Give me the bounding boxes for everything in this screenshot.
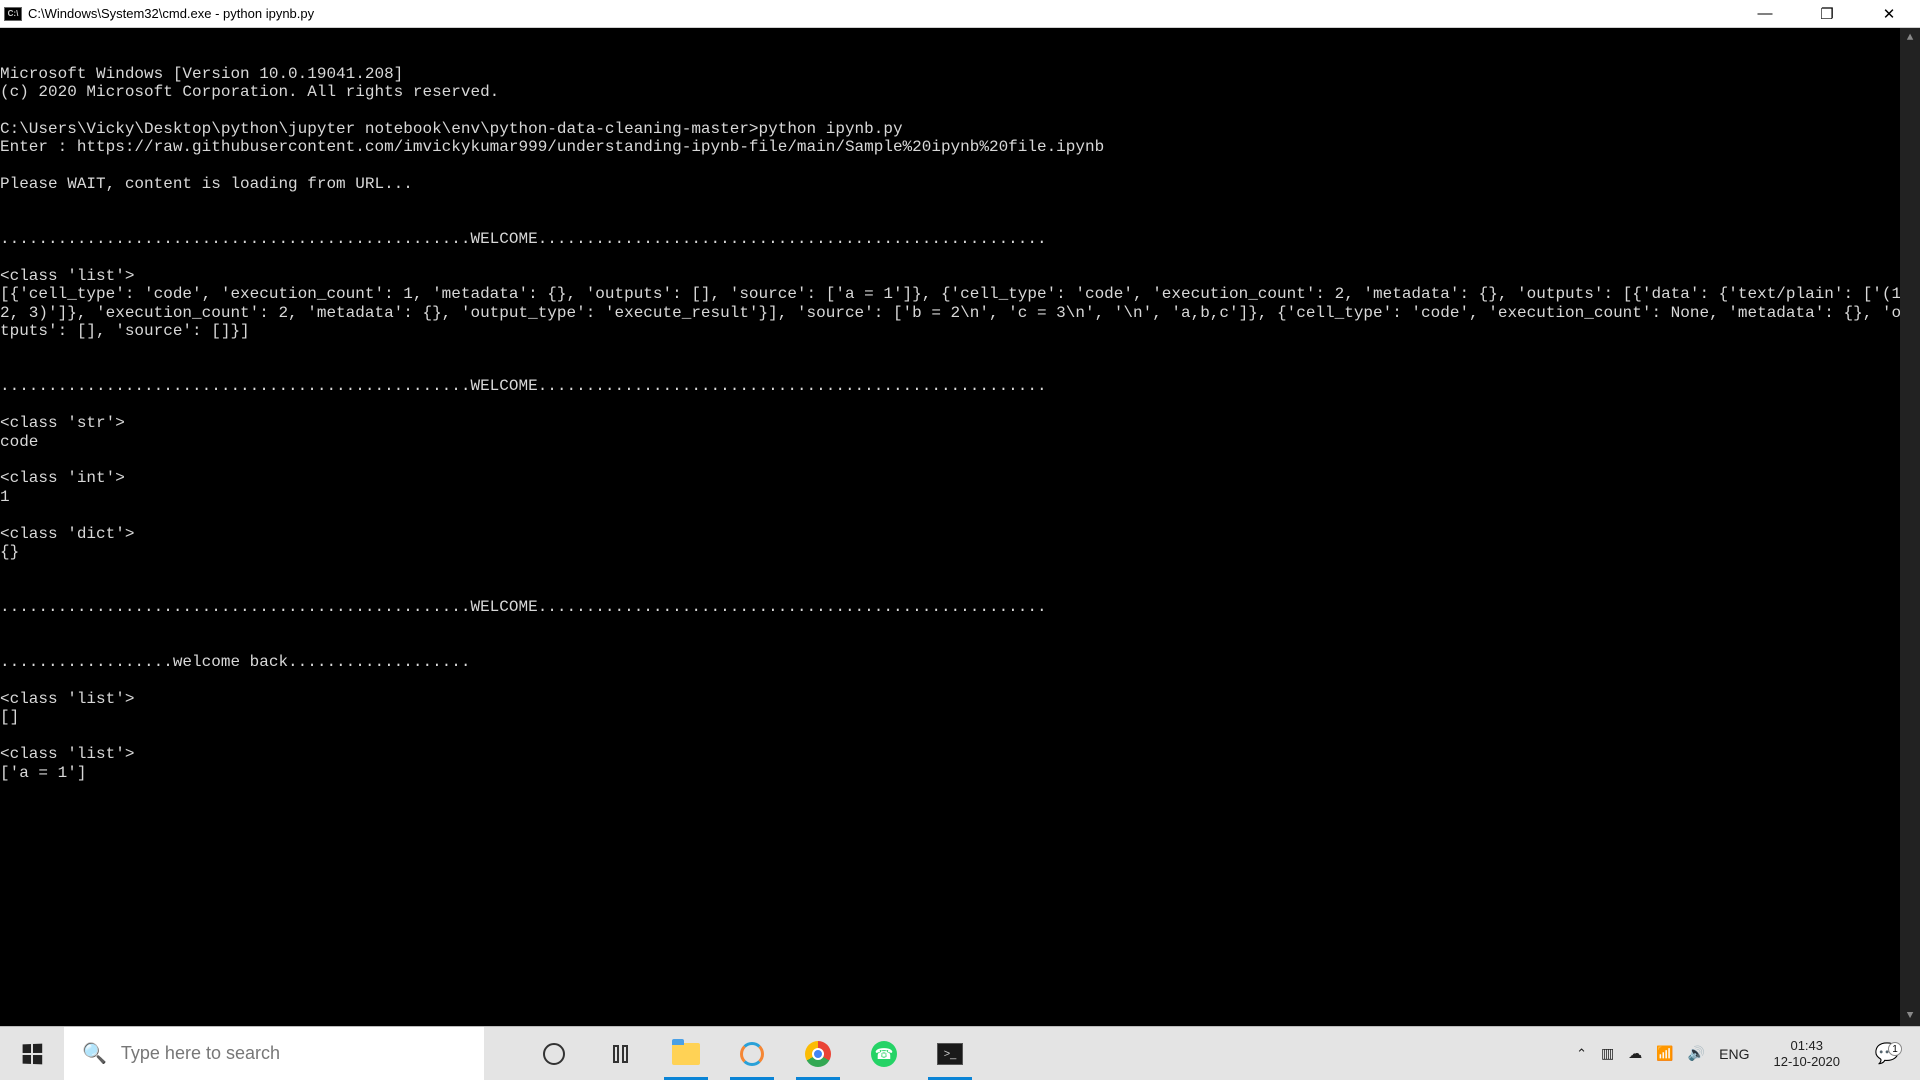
task-view-icon: [613, 1045, 628, 1063]
scroll-track[interactable]: [1900, 48, 1920, 1006]
battery-icon[interactable]: ▥: [1601, 1045, 1614, 1062]
cmd-task[interactable]: >_: [920, 1027, 980, 1080]
maximize-button[interactable]: ❐: [1796, 0, 1858, 27]
minimize-button[interactable]: —: [1734, 0, 1796, 27]
whatsapp-icon: ☎: [871, 1041, 897, 1067]
clock-date: 12-10-2020: [1774, 1054, 1841, 1070]
chrome-task[interactable]: [788, 1027, 848, 1080]
action-center-button[interactable]: 💬 1: [1864, 1041, 1910, 1066]
onedrive-icon[interactable]: ☁: [1628, 1045, 1642, 1062]
file-explorer-task[interactable]: [656, 1027, 716, 1080]
tray-overflow-icon[interactable]: ⌃: [1576, 1046, 1587, 1062]
search-icon: 🔍: [82, 1041, 107, 1066]
terminal-icon: >_: [937, 1043, 963, 1065]
taskbar-search[interactable]: 🔍 Type here to search: [64, 1027, 484, 1080]
language-indicator[interactable]: ENG: [1719, 1046, 1749, 1062]
scrollbar[interactable]: ▲ ▼: [1900, 28, 1920, 1026]
windows-logo-icon: [23, 1043, 43, 1064]
window-title: C:\Windows\System32\cmd.exe - python ipy…: [28, 6, 1734, 21]
taskbar: 🔍 Type here to search ☎ >_ ⌃ ▥ ☁ 📶 🔊 ENG…: [0, 1026, 1920, 1080]
taskbar-apps: ☎ >_: [484, 1027, 1556, 1080]
chrome-icon: [805, 1041, 831, 1067]
clock-time: 01:43: [1790, 1038, 1823, 1054]
window-controls: — ❐ ✕: [1734, 0, 1920, 27]
cortana-button[interactable]: [524, 1027, 584, 1080]
terminal-output[interactable]: Microsoft Windows [Version 10.0.19041.20…: [0, 28, 1920, 1026]
task-view-button[interactable]: [590, 1027, 650, 1080]
close-button[interactable]: ✕: [1858, 0, 1920, 27]
loading-ring-icon: [740, 1042, 764, 1066]
search-placeholder: Type here to search: [121, 1043, 280, 1064]
notification-badge: 1: [1888, 1042, 1902, 1056]
clock[interactable]: 01:43 12-10-2020: [1764, 1038, 1851, 1069]
volume-icon[interactable]: 🔊: [1688, 1045, 1705, 1062]
start-button[interactable]: [0, 1027, 64, 1080]
cmd-window-icon: C:\: [4, 7, 22, 21]
whatsapp-task[interactable]: ☎: [854, 1027, 914, 1080]
wifi-icon[interactable]: 📶: [1656, 1045, 1673, 1062]
scroll-down-arrow-icon[interactable]: ▼: [1900, 1006, 1920, 1026]
scroll-up-arrow-icon[interactable]: ▲: [1900, 28, 1920, 48]
folder-icon: [672, 1043, 700, 1065]
app-task-spinner[interactable]: [722, 1027, 782, 1080]
cortana-icon: [543, 1043, 565, 1065]
system-tray: ⌃ ▥ ☁ 📶 🔊 ENG 01:43 12-10-2020 💬 1: [1556, 1027, 1920, 1080]
window-titlebar: C:\ C:\Windows\System32\cmd.exe - python…: [0, 0, 1920, 28]
